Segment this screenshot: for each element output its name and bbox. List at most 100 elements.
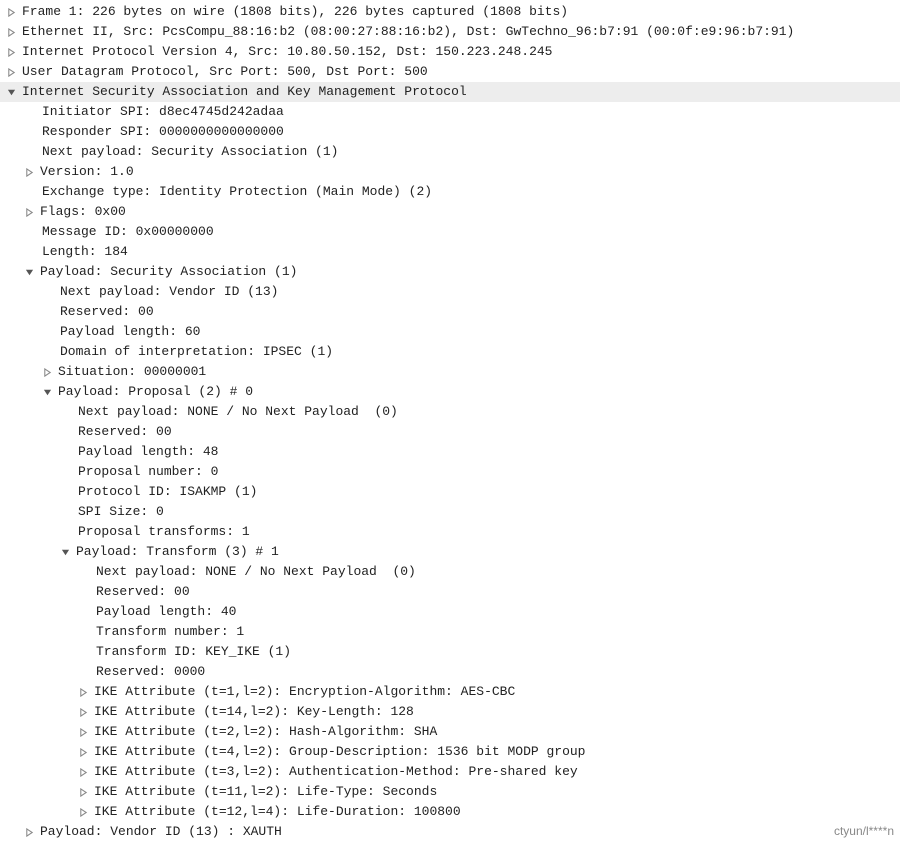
tree-row-label: Message ID: 0x00000000 <box>42 222 214 242</box>
tree-row[interactable]: Initiator SPI: d8ec4745d242adaa <box>0 102 900 122</box>
tree-row[interactable]: Version: 1.0 <box>0 162 900 182</box>
tree-row[interactable]: Reserved: 0000 <box>0 662 900 682</box>
tree-row-label: Length: 184 <box>42 242 128 262</box>
tree-row-label: Proposal transforms: 1 <box>78 522 250 542</box>
chevron-right-icon[interactable] <box>22 168 36 177</box>
tree-row[interactable]: Reserved: 00 <box>0 582 900 602</box>
tree-row-label: User Datagram Protocol, Src Port: 500, D… <box>22 62 428 82</box>
tree-row-label: Exchange type: Identity Protection (Main… <box>42 182 432 202</box>
tree-row[interactable]: Next payload: NONE / No Next Payload (0) <box>0 402 900 422</box>
tree-row[interactable]: Ethernet II, Src: PcsCompu_88:16:b2 (08:… <box>0 22 900 42</box>
tree-row-label: Next payload: Security Association (1) <box>42 142 338 162</box>
tree-row[interactable]: Protocol ID: ISAKMP (1) <box>0 482 900 502</box>
tree-row[interactable]: Reserved: 00 <box>0 302 900 322</box>
tree-row[interactable]: Payload length: 40 <box>0 602 900 622</box>
tree-row[interactable]: Payload length: 60 <box>0 322 900 342</box>
tree-row[interactable]: User Datagram Protocol, Src Port: 500, D… <box>0 62 900 82</box>
tree-row-label: Internet Protocol Version 4, Src: 10.80.… <box>22 42 553 62</box>
chevron-right-icon[interactable] <box>76 728 90 737</box>
tree-row[interactable]: Flags: 0x00 <box>0 202 900 222</box>
tree-row-label: Payload: Proposal (2) # 0 <box>58 382 253 402</box>
tree-row[interactable]: Payload length: 48 <box>0 442 900 462</box>
tree-row[interactable]: Proposal transforms: 1 <box>0 522 900 542</box>
tree-row-label: Protocol ID: ISAKMP (1) <box>78 482 257 502</box>
tree-row[interactable]: Domain of interpretation: IPSEC (1) <box>0 342 900 362</box>
tree-row[interactable]: Next payload: NONE / No Next Payload (0) <box>0 562 900 582</box>
tree-row-label: Initiator SPI: d8ec4745d242adaa <box>42 102 284 122</box>
tree-row[interactable]: Responder SPI: 0000000000000000 <box>0 122 900 142</box>
tree-row[interactable]: Message ID: 0x00000000 <box>0 222 900 242</box>
chevron-right-icon[interactable] <box>4 8 18 17</box>
chevron-right-icon[interactable] <box>22 828 36 837</box>
tree-row[interactable]: Proposal number: 0 <box>0 462 900 482</box>
tree-row-label: Domain of interpretation: IPSEC (1) <box>60 342 333 362</box>
tree-row[interactable]: Payload: Security Association (1) <box>0 262 900 282</box>
tree-row[interactable]: Payload: Transform (3) # 1 <box>0 542 900 562</box>
tree-row[interactable]: IKE Attribute (t=2,l=2): Hash-Algorithm:… <box>0 722 900 742</box>
tree-row[interactable]: Next payload: Security Association (1) <box>0 142 900 162</box>
chevron-right-icon[interactable] <box>76 768 90 777</box>
tree-row[interactable]: Transform ID: KEY_IKE (1) <box>0 642 900 662</box>
tree-row-label: IKE Attribute (t=12,l=4): Life-Duration:… <box>94 802 461 822</box>
chevron-right-icon[interactable] <box>4 28 18 37</box>
tree-row-label: Reserved: 00 <box>60 302 154 322</box>
tree-row[interactable]: IKE Attribute (t=4,l=2): Group-Descripti… <box>0 742 900 762</box>
tree-row-label: Next payload: NONE / No Next Payload (0) <box>96 562 416 582</box>
tree-row-label: IKE Attribute (t=1,l=2): Encryption-Algo… <box>94 682 515 702</box>
tree-row[interactable]: Length: 184 <box>0 242 900 262</box>
tree-row-label: IKE Attribute (t=3,l=2): Authentication-… <box>94 762 578 782</box>
chevron-right-icon[interactable] <box>76 748 90 757</box>
tree-row-label: Ethernet II, Src: PcsCompu_88:16:b2 (08:… <box>22 22 794 42</box>
chevron-right-icon[interactable] <box>22 208 36 217</box>
tree-row[interactable]: Reserved: 00 <box>0 422 900 442</box>
tree-row[interactable]: Internet Security Association and Key Ma… <box>0 82 900 102</box>
tree-row-label: Transform number: 1 <box>96 622 244 642</box>
tree-row[interactable]: Frame 1: 226 bytes on wire (1808 bits), … <box>0 2 900 22</box>
tree-row-label: SPI Size: 0 <box>78 502 164 522</box>
tree-row[interactable]: IKE Attribute (t=1,l=2): Encryption-Algo… <box>0 682 900 702</box>
watermark: ctyun/l****n <box>834 821 894 841</box>
chevron-right-icon[interactable] <box>76 808 90 817</box>
tree-row-label: Payload: Vendor ID (13) : XAUTH <box>40 822 282 842</box>
tree-row-label: Payload length: 40 <box>96 602 236 622</box>
tree-row[interactable]: Situation: 00000001 <box>0 362 900 382</box>
tree-row-label: IKE Attribute (t=2,l=2): Hash-Algorithm:… <box>94 722 437 742</box>
tree-row-label: Reserved: 0000 <box>96 662 205 682</box>
chevron-right-icon[interactable] <box>40 368 54 377</box>
tree-row-label: IKE Attribute (t=4,l=2): Group-Descripti… <box>94 742 585 762</box>
tree-row-label: Transform ID: KEY_IKE (1) <box>96 642 291 662</box>
chevron-right-icon[interactable] <box>76 788 90 797</box>
chevron-right-icon[interactable] <box>76 688 90 697</box>
chevron-down-icon[interactable] <box>22 268 36 277</box>
tree-row-label: IKE Attribute (t=14,l=2): Key-Length: 12… <box>94 702 414 722</box>
chevron-down-icon[interactable] <box>40 388 54 397</box>
tree-row[interactable]: IKE Attribute (t=3,l=2): Authentication-… <box>0 762 900 782</box>
tree-row[interactable]: IKE Attribute (t=14,l=2): Key-Length: 12… <box>0 702 900 722</box>
tree-row-label: Reserved: 00 <box>78 422 172 442</box>
tree-row-label: Frame 1: 226 bytes on wire (1808 bits), … <box>22 2 568 22</box>
tree-row-label: Responder SPI: 0000000000000000 <box>42 122 284 142</box>
tree-row[interactable]: Next payload: Vendor ID (13) <box>0 282 900 302</box>
tree-row[interactable]: Transform number: 1 <box>0 622 900 642</box>
tree-row-label: Payload length: 48 <box>78 442 218 462</box>
tree-row-label: Payload length: 60 <box>60 322 200 342</box>
chevron-down-icon[interactable] <box>58 548 72 557</box>
chevron-right-icon[interactable] <box>4 48 18 57</box>
chevron-right-icon[interactable] <box>76 708 90 717</box>
tree-row[interactable]: Payload: Vendor ID (13) : XAUTH <box>0 822 900 842</box>
tree-row[interactable]: IKE Attribute (t=12,l=4): Life-Duration:… <box>0 802 900 822</box>
chevron-right-icon[interactable] <box>4 68 18 77</box>
chevron-down-icon[interactable] <box>4 88 18 97</box>
tree-row[interactable]: Exchange type: Identity Protection (Main… <box>0 182 900 202</box>
tree-row-label: IKE Attribute (t=11,l=2): Life-Type: Sec… <box>94 782 437 802</box>
tree-row-label: Payload: Transform (3) # 1 <box>76 542 279 562</box>
packet-details-tree: Frame 1: 226 bytes on wire (1808 bits), … <box>0 2 900 842</box>
tree-row[interactable]: IKE Attribute (t=11,l=2): Life-Type: Sec… <box>0 782 900 802</box>
tree-row[interactable]: SPI Size: 0 <box>0 502 900 522</box>
tree-row-label: Proposal number: 0 <box>78 462 218 482</box>
tree-row-label: Flags: 0x00 <box>40 202 126 222</box>
tree-row-label: Next payload: NONE / No Next Payload (0) <box>78 402 398 422</box>
tree-row-label: Reserved: 00 <box>96 582 190 602</box>
tree-row[interactable]: Internet Protocol Version 4, Src: 10.80.… <box>0 42 900 62</box>
tree-row[interactable]: Payload: Proposal (2) # 0 <box>0 382 900 402</box>
